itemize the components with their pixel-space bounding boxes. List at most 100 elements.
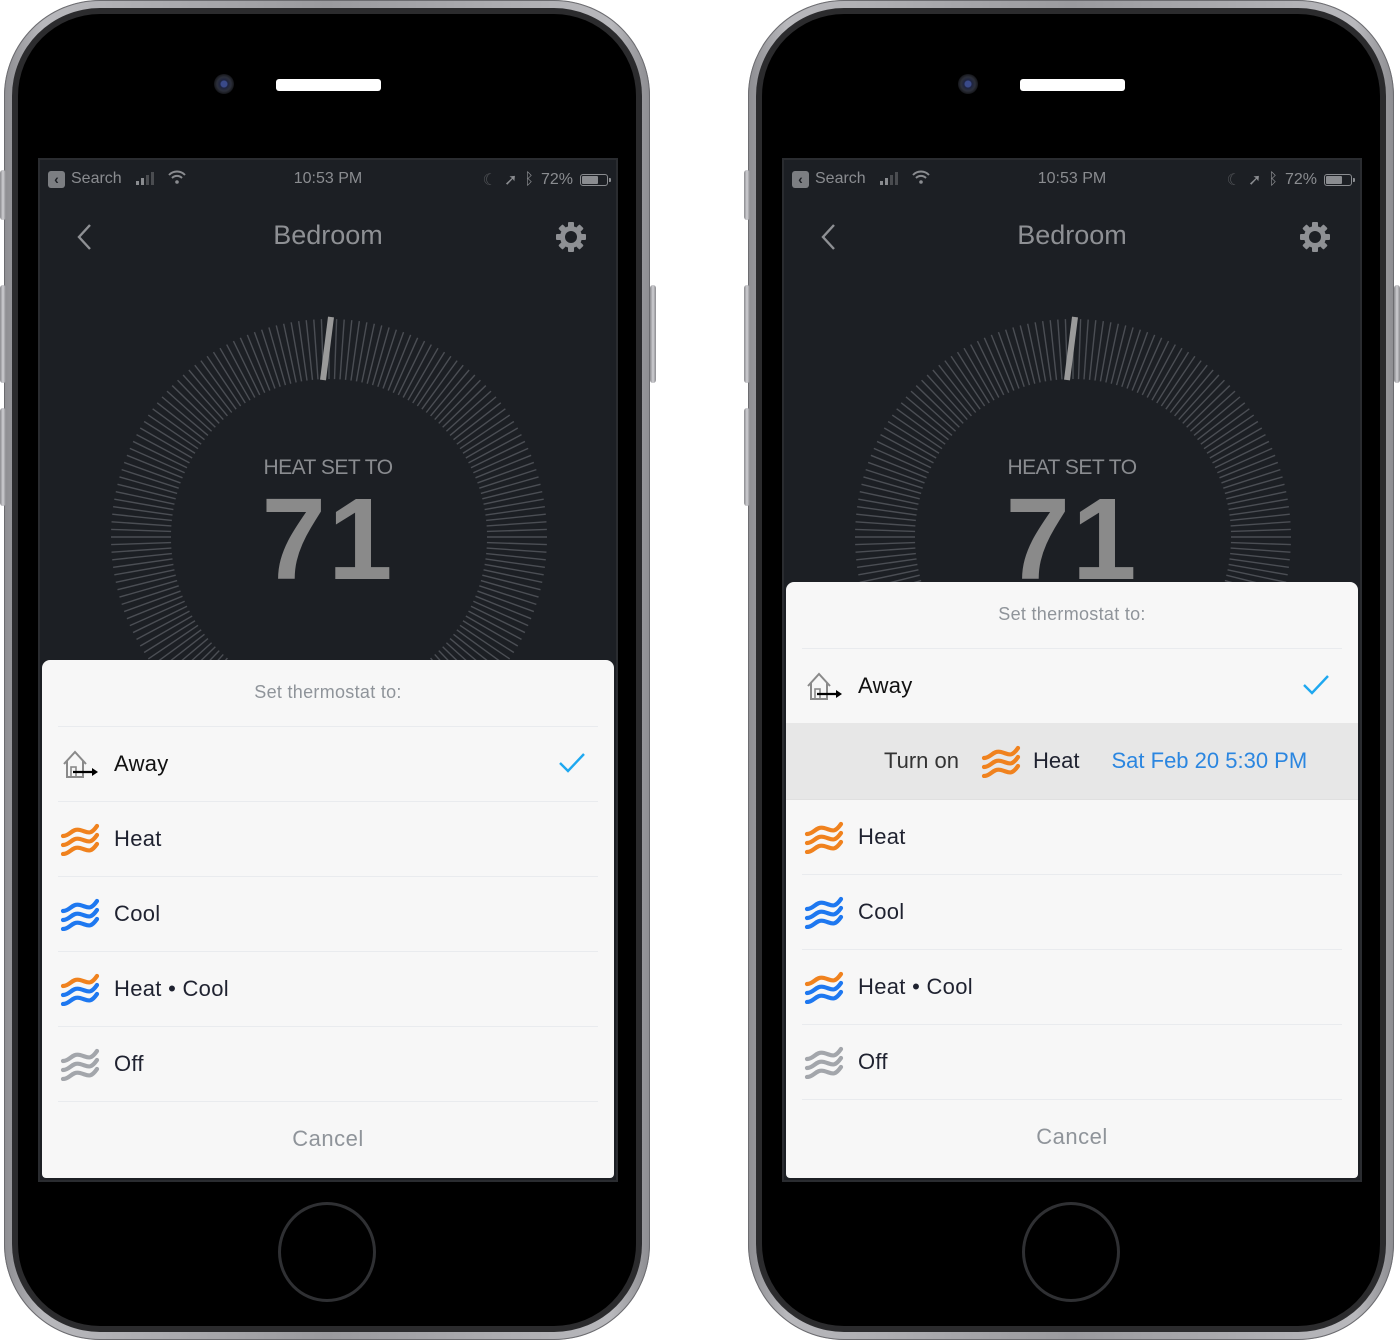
dial-tick <box>1182 379 1225 424</box>
option-cool[interactable]: Cool <box>58 877 598 952</box>
dial-tick <box>275 325 292 384</box>
dial-tick <box>1083 319 1089 380</box>
sheet-header: Set thermostat to: <box>802 582 1342 649</box>
wave-stroke <box>60 898 100 914</box>
option-label: Away <box>858 673 913 698</box>
dial-tick <box>339 319 345 380</box>
location-icon: ➚ <box>1247 172 1262 189</box>
option-label: Heat • Cool <box>858 974 973 999</box>
option-heat-cool[interactable]: Heat • Cool <box>58 952 598 1027</box>
action-sheet: Set thermostat to: Away Turn on Heat Sat… <box>786 582 1358 1178</box>
speaker-grille <box>1020 79 1125 91</box>
setpoint-marker[interactable] <box>320 316 334 381</box>
page-title: Bedroom <box>273 220 383 250</box>
camera-icon <box>214 74 234 94</box>
dial-tick <box>171 385 216 428</box>
dial-tick <box>1057 319 1063 380</box>
dial-tick <box>177 379 220 424</box>
cancel-button[interactable]: Cancel <box>786 1100 1358 1174</box>
cancel-button[interactable]: Cancel <box>42 1102 614 1176</box>
gear-icon[interactable] <box>554 220 588 254</box>
volume-down-button <box>744 408 750 506</box>
heat-waves-icon <box>802 819 846 855</box>
volume-up-button <box>0 285 6 383</box>
dial-tick <box>1110 325 1127 384</box>
dial-tick <box>361 323 376 383</box>
option-label: Heat <box>858 824 906 849</box>
battery-fill <box>1326 176 1342 184</box>
screen: ‹ Search 10:53 PM ☾ ➚ ᛒ 72% Bedroom HEAT… <box>38 158 618 1182</box>
battery-fill <box>582 176 598 184</box>
dial-tick <box>1141 340 1170 396</box>
dial-tick <box>442 385 487 428</box>
status-bar: ‹ Search 10:53 PM ☾ ➚ ᛒ 72% <box>784 160 1360 198</box>
dial-tick <box>182 374 224 421</box>
status-bar: ‹ Search 10:53 PM ☾ ➚ ᛒ 72% <box>40 160 616 198</box>
option-label: Cool <box>858 899 905 924</box>
heat-cool-waves-icon <box>58 971 102 1007</box>
option-label: Heat <box>114 826 162 851</box>
home-button[interactable] <box>278 1202 376 1302</box>
volume-up-button <box>744 285 750 383</box>
battery-icon <box>580 174 611 186</box>
mute-switch <box>744 170 750 220</box>
off-waves-icon <box>802 1044 846 1080</box>
checkmark-icon <box>1303 675 1329 695</box>
dial-tick <box>397 340 426 396</box>
battery-icon <box>1324 174 1355 186</box>
dial-tick <box>470 605 526 634</box>
option-off[interactable]: Off <box>802 1025 1342 1100</box>
option-away[interactable]: Away <box>58 727 598 802</box>
page-title: Bedroom <box>1017 220 1127 250</box>
power-button <box>1394 285 1400 383</box>
option-away[interactable]: Away <box>802 649 1342 723</box>
moon-icon: ☾ <box>1226 172 1241 189</box>
nav-bar: Bedroom <box>784 210 1360 264</box>
dial-tick <box>226 344 256 398</box>
dial-tick <box>402 344 432 398</box>
moon-icon: ☾ <box>482 172 497 189</box>
wave-stroke <box>60 1048 100 1064</box>
dial-tick <box>910 390 957 432</box>
power-button <box>650 285 656 383</box>
away-house-icon <box>58 746 102 782</box>
dial-tick <box>1049 320 1058 380</box>
dial-tick <box>136 610 190 640</box>
dial-tick <box>926 374 968 421</box>
dial-tick <box>232 340 261 396</box>
away-schedule-row[interactable]: Turn on Heat Sat Feb 20 5:30 PM <box>786 723 1358 800</box>
schedule-mode: Heat <box>1033 748 1080 773</box>
option-label: Heat • Cool <box>114 976 229 1001</box>
option-heat-cool[interactable]: Heat • Cool <box>802 950 1342 1025</box>
wave-stroke <box>804 1046 844 1062</box>
dial-tick <box>305 320 314 380</box>
off-waves-icon <box>58 1046 102 1082</box>
home-button[interactable] <box>1022 1202 1120 1302</box>
dial-tick <box>976 340 1005 396</box>
wave-stroke <box>981 745 1021 761</box>
option-label: Cool <box>114 901 161 926</box>
setpoint-marker[interactable] <box>1064 316 1078 381</box>
target-temperature: 71 <box>261 474 395 604</box>
dial-tick <box>970 344 1000 398</box>
phone-right: ‹ Search 10:53 PM ☾ ➚ ᛒ 72% Bedroom HEAT… <box>744 0 1400 1342</box>
wave-stroke <box>804 971 844 987</box>
dial-tick <box>1186 385 1231 428</box>
option-cool[interactable]: Cool <box>802 875 1342 950</box>
dial-tick <box>1088 320 1097 380</box>
schedule-datetime-link[interactable]: Sat Feb 20 5:30 PM <box>1112 748 1308 774</box>
option-off[interactable]: Off <box>58 1027 598 1102</box>
dial-tick <box>1105 323 1120 383</box>
dial-tick <box>313 319 319 380</box>
option-heat[interactable]: Heat <box>802 800 1342 875</box>
dial-tick <box>132 605 188 634</box>
option-heat[interactable]: Heat <box>58 802 598 877</box>
heat-waves-icon <box>981 743 1025 779</box>
gear-icon[interactable] <box>1298 220 1332 254</box>
checkmark-icon <box>559 753 585 773</box>
heat-waves-icon <box>58 821 102 857</box>
dial-tick <box>1146 344 1176 398</box>
dial-tick <box>921 379 964 424</box>
mute-switch <box>0 170 6 220</box>
dial-tick <box>434 374 476 421</box>
